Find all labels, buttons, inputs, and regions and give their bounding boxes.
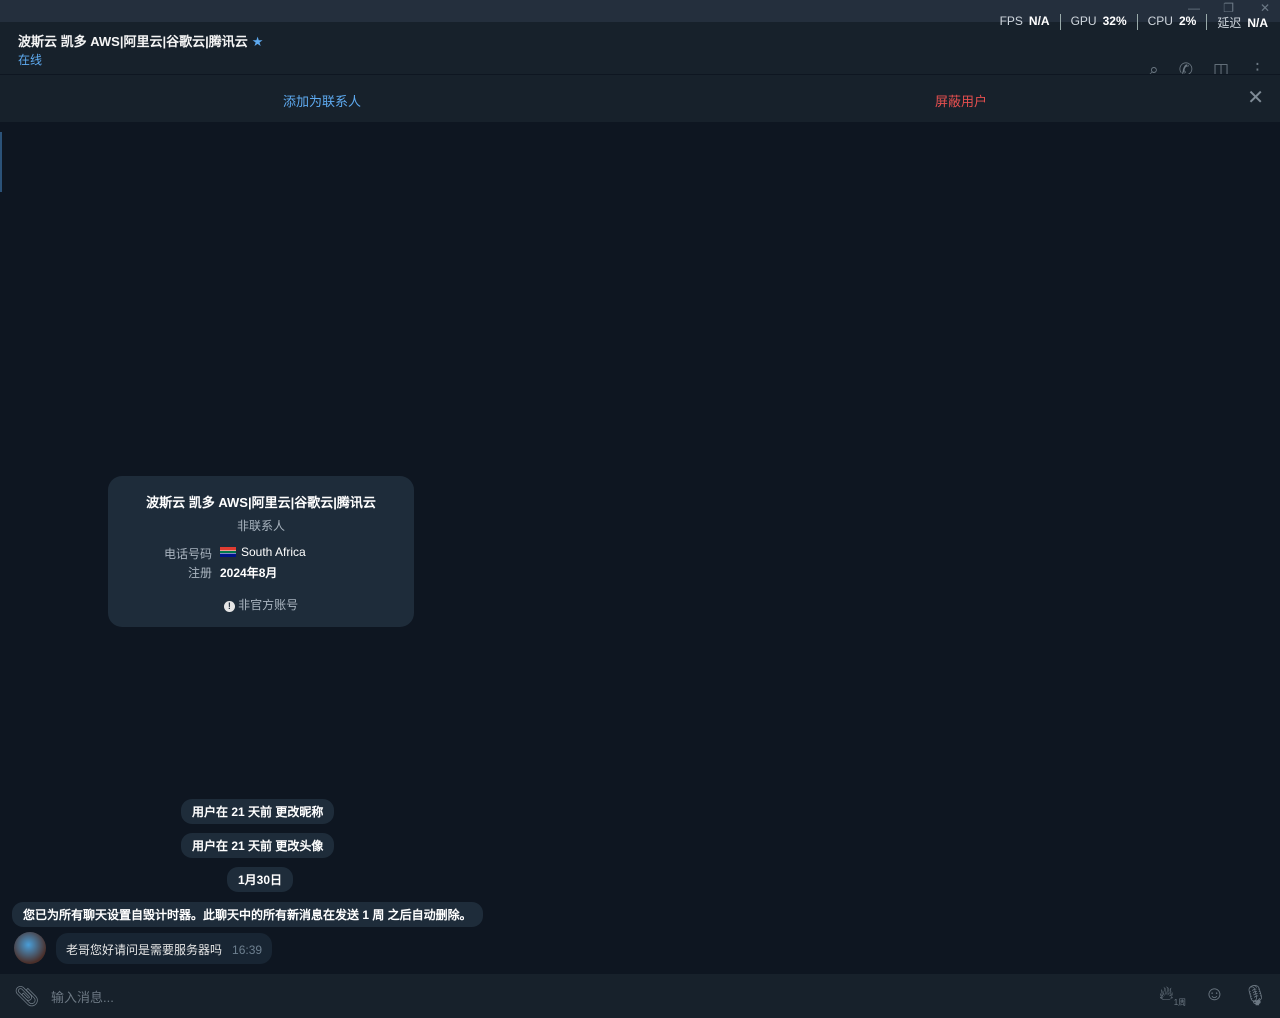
registered-value: 2024年8月 [220,566,278,580]
registered-label: 注册 [187,566,212,580]
emoji-icon[interactable]: ☺ [1204,983,1224,1008]
add-contact-button[interactable]: 添加为联系人 [283,91,361,110]
info-icon: ! [223,601,235,612]
contact-action-bar: 添加为联系人 屏蔽用户 ✕ [0,74,1280,122]
message-time: 16:39 [232,943,263,957]
message-text: 老哥您好请问是需要服务器吗 [66,943,223,957]
message-input[interactable]: 输入消息... [51,987,114,1006]
chat-name[interactable]: 波斯云 凯多 AWS|阿里云|谷歌云|腾讯云 ★ [18,31,263,50]
gpu-value: 32% [1102,14,1127,28]
phone-country: South Africa [241,545,306,559]
close-window-button[interactable]: ✕ [1260,1,1270,15]
self-destruct-timer-icon[interactable]: 🔥︎1周 [1159,983,1186,1008]
card-subtitle: 非联系人 [236,519,285,533]
south-africa-flag-icon [220,547,236,557]
composer: 📎︎ 输入消息... 🔥︎1周 ☺ 🎙︎ [0,974,1280,1018]
star-icon: ★ [251,34,264,49]
cpu-value: 2% [1178,14,1197,28]
phone-value: South Africa [220,545,306,559]
minimize-button[interactable]: — [1188,1,1200,15]
message-bubble[interactable]: 老哥您好请问是需要服务器吗 16:39 [56,933,273,964]
fps-value: N/A [1028,14,1050,28]
cpu-label: CPU [1147,14,1173,28]
self-destruct-notice: 您已为所有聊天设置自毁计时器。此聊天中的所有新消息在发送 1 周 之后自动删除。 [12,902,483,927]
date-separator: 1月30日 [227,867,294,892]
scrollbar[interactable] [0,132,2,192]
avatar[interactable] [14,932,46,964]
unofficial-notice: ! 非官方账号 [108,596,414,613]
chat-title: 波斯云 凯多 AWS|阿里云|谷歌云|腾讯云 [18,34,248,49]
gpu-label: GPU [1070,14,1097,28]
latency-label: 延迟 [1217,16,1242,30]
notice-text: 非官方账号 [238,598,299,612]
latency-value: N/A [1247,16,1268,30]
perf-stats: FPS N/A GPU 32% CPU 2% 延迟 N/A [1000,14,1268,31]
timer-label: 1周 [1173,998,1187,1007]
microphone-icon[interactable]: 🎙︎ [1243,983,1268,1008]
service-message: 用户在 21 天前 更改昵称 [181,799,335,824]
online-status: 在线 [18,53,43,67]
card-title: 波斯云 凯多 AWS|阿里云|谷歌云|腾讯云 [146,495,376,510]
phone-label: 电话号码 [163,547,212,561]
user-info-card: 波斯云 凯多 AWS|阿里云|谷歌云|腾讯云 非联系人 电话号码 South A… [108,476,414,627]
service-message: 用户在 21 天前 更改头像 [181,833,335,858]
restore-button[interactable]: ❐ [1223,1,1234,15]
fps-label: FPS [999,14,1023,28]
close-icon[interactable]: ✕ [1247,85,1264,110]
block-user-button[interactable]: 屏蔽用户 [935,91,987,110]
attach-icon[interactable]: 📎︎ [14,984,39,1009]
